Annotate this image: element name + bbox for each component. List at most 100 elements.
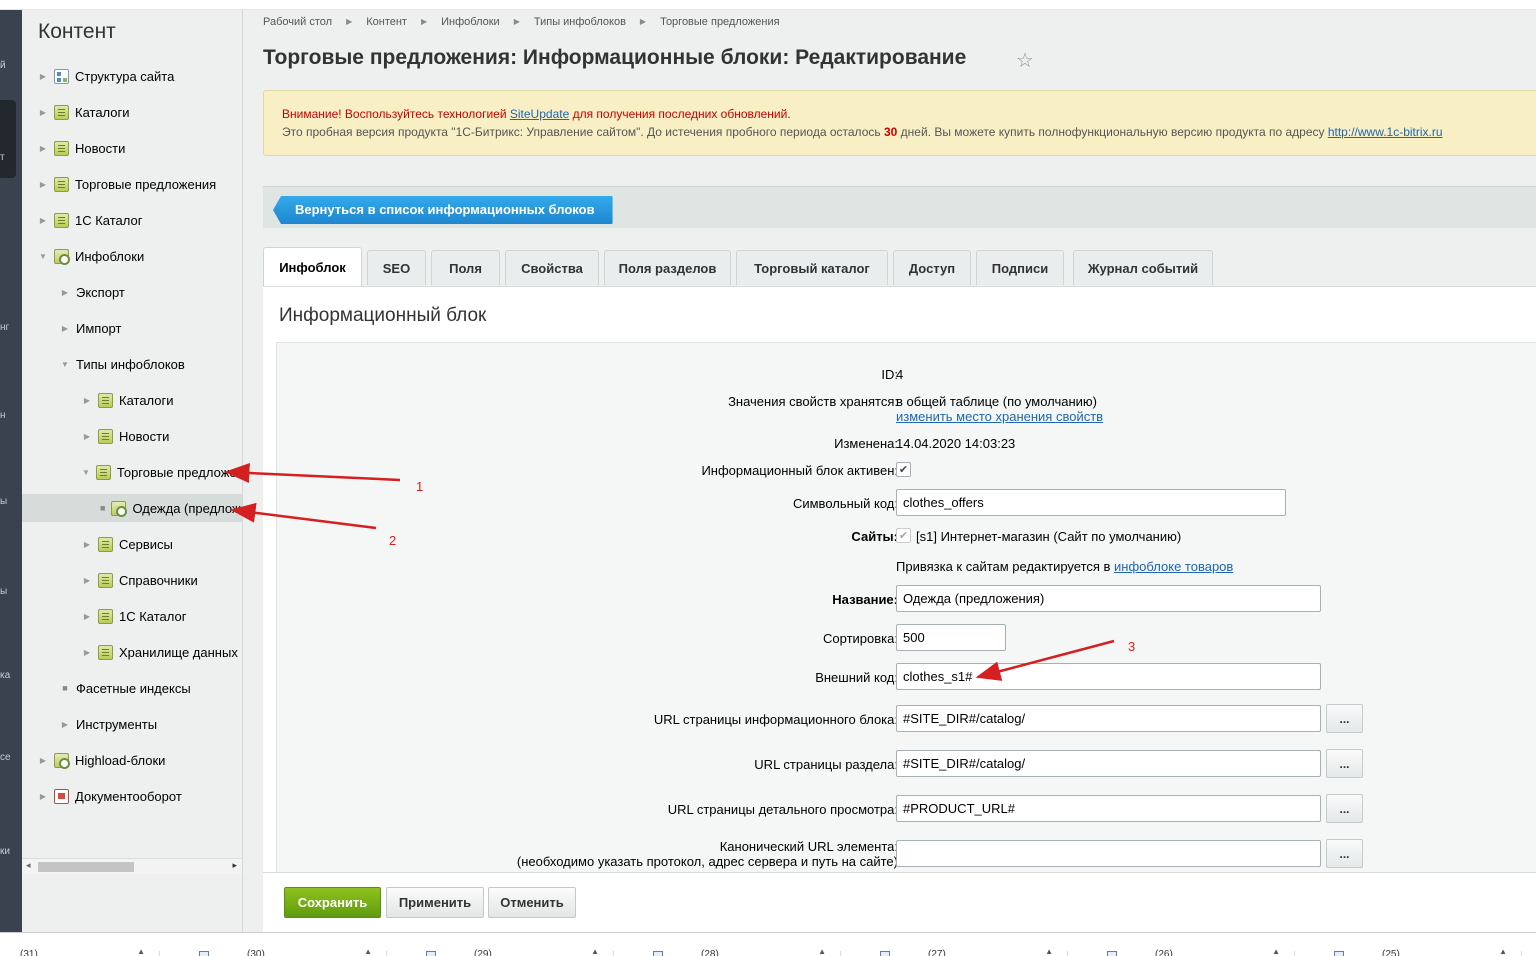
download-item[interactable]: (25) ▲ (1322, 947, 1522, 956)
chevron-up-icon[interactable]: ▲ (1499, 947, 1507, 956)
sidebar-tree-item[interactable]: ▼ Типы инфоблоков (22, 350, 242, 378)
collapsed-arrow-icon[interactable]: ▶ (82, 540, 92, 549)
expanded-arrow-icon[interactable]: ▼ (60, 360, 70, 369)
section-url-input[interactable] (896, 750, 1321, 777)
collapsed-arrow-icon[interactable]: ▶ (60, 324, 70, 333)
detail-url-input[interactable] (896, 795, 1321, 822)
canonical-url-macros-button[interactable]: ... (1326, 839, 1363, 868)
collapsed-arrow-icon[interactable]: ▶ (82, 612, 92, 621)
collapsed-arrow-icon[interactable]: ▶ (38, 756, 48, 765)
collapsed-arrow-icon[interactable]: ▶ (38, 792, 48, 801)
breadcrumb-link[interactable]: Типы инфоблоков (534, 16, 626, 28)
code-input[interactable] (896, 489, 1286, 516)
expanded-arrow-icon[interactable]: ▼ (82, 468, 90, 477)
collapsed-arrow-icon[interactable]: ▶ (38, 144, 48, 153)
sidebar-tree-item[interactable]: ▶ Документооборот (22, 782, 242, 810)
sidebar-tree-item[interactable]: ▶ Новости (22, 134, 242, 162)
collapsed-arrow-icon[interactable]: ▶ (82, 576, 92, 585)
bullet-icon[interactable]: ■ (100, 503, 105, 513)
tab[interactable]: Инфоблок (263, 247, 362, 287)
sidebar-tree-item[interactable]: ▶ Каталоги (22, 386, 242, 414)
sidebar-tree-item[interactable]: ▶ 1С Каталог (22, 602, 242, 630)
breadcrumb-link[interactable]: Инфоблоки (441, 16, 500, 28)
collapsed-arrow-icon[interactable]: ▶ (82, 432, 92, 441)
cancel-button[interactable]: Отменить (488, 887, 576, 918)
chevron-up-icon[interactable]: ▲ (818, 947, 826, 956)
download-item[interactable]: (26) ▲ (1095, 947, 1295, 956)
sidebar-tree-item[interactable]: ▶ Торговые предложения (22, 170, 242, 198)
sidebar-tree-item[interactable]: ▼ Торговые предложения (22, 458, 242, 486)
collapsed-arrow-icon[interactable]: ▶ (38, 108, 48, 117)
sidebar-horizontal-scrollbar[interactable]: ◂ ▸ (22, 858, 242, 874)
scroll-left-icon[interactable]: ◂ (26, 860, 31, 871)
bullet-icon[interactable]: ■ (60, 683, 70, 693)
chevron-up-icon[interactable]: ▲ (1045, 947, 1053, 956)
scrollbar-thumb[interactable] (38, 862, 134, 872)
sidebar-tree-item[interactable]: ▶ 1С Каталог (22, 206, 242, 234)
chevron-up-icon[interactable]: ▲ (137, 947, 145, 956)
sidebar-tree-item[interactable]: ▶ Highload-блоки (22, 746, 242, 774)
chevron-up-icon[interactable]: ▲ (1272, 947, 1280, 956)
list-url-macros-button[interactable]: ... (1326, 704, 1363, 733)
collapsed-arrow-icon[interactable]: ▶ (38, 72, 48, 81)
sidebar-tree-item[interactable]: ▶ Каталоги (22, 98, 242, 126)
change-storage-link[interactable]: изменить место хранения свойств (896, 409, 1103, 424)
sidebar-tree-item[interactable]: ▶ Структура сайта (22, 62, 242, 90)
detail-url-macros-button[interactable]: ... (1326, 794, 1363, 823)
collapsed-arrow-icon[interactable]: ▶ (60, 720, 70, 729)
tab[interactable]: Свойства (505, 250, 599, 285)
apply-button[interactable]: Применить (386, 887, 484, 918)
rail-active-section[interactable] (0, 100, 16, 178)
tab[interactable]: Торговый каталог (736, 250, 888, 285)
collapsed-arrow-icon[interactable]: ▶ (38, 180, 48, 189)
sort-input[interactable] (896, 624, 1006, 651)
sidebar-tree-item[interactable]: ▶ Сервисы (22, 530, 242, 558)
sidebar-tree-item[interactable]: ▶ Экспорт (22, 278, 242, 306)
download-item[interactable]: (30) ▲ (187, 947, 387, 956)
sidebar-tree-item[interactable]: ▶ Хранилище данных (22, 638, 242, 666)
list-url-input[interactable] (896, 705, 1321, 732)
sidebar-tree-item[interactable]: ■ Фасетные индексы (22, 674, 242, 702)
collapsed-arrow-icon[interactable]: ▶ (38, 216, 48, 225)
scroll-right-icon[interactable]: ▸ (232, 860, 237, 871)
download-item[interactable]: (31) ▲ (0, 947, 160, 956)
tab[interactable]: Журнал событий (1073, 250, 1213, 285)
sidebar-tree-item[interactable]: ▼ Инфоблоки (22, 242, 242, 270)
sidebar-tree-item[interactable]: ■ Одежда (предложения) (22, 494, 242, 522)
tab[interactable]: Поля разделов (604, 250, 731, 285)
sidebar-tree-item[interactable]: ▶ Инструменты (22, 710, 242, 738)
products-iblock-link[interactable]: инфоблоке товаров (1114, 559, 1233, 574)
download-item[interactable]: (29) ▲ (414, 947, 614, 956)
file-icon (653, 951, 663, 956)
expanded-arrow-icon[interactable]: ▼ (38, 252, 48, 261)
breadcrumb-link[interactable]: Контент (366, 16, 407, 28)
chevron-up-icon[interactable]: ▲ (591, 947, 599, 956)
bitrix-site-link[interactable]: http://www.1c-bitrix.ru (1328, 125, 1443, 139)
canonical-url-input[interactable] (896, 840, 1321, 867)
section-url-label: URL страницы раздела: (754, 757, 898, 772)
breadcrumb-link[interactable]: Торговые предложения (660, 16, 779, 28)
collapsed-arrow-icon[interactable]: ▶ (60, 288, 70, 297)
favorite-star-icon[interactable]: ☆ (1016, 48, 1034, 73)
tab[interactable]: SEO (367, 250, 426, 285)
download-item[interactable]: (28) ▲ (641, 947, 841, 956)
tab[interactable]: Поля (431, 250, 500, 285)
xml-id-input[interactable] (896, 663, 1321, 690)
folder-icon (54, 140, 69, 156)
chevron-up-icon[interactable]: ▲ (364, 947, 372, 956)
siteupdate-link[interactable]: SiteUpdate (510, 107, 569, 121)
sidebar-tree-item[interactable]: ▶ Справочники (22, 566, 242, 594)
tab[interactable]: Подписи (976, 250, 1064, 285)
section-url-macros-button[interactable]: ... (1326, 749, 1363, 778)
back-to-list-button[interactable]: Вернуться в список информационных блоков (273, 196, 613, 224)
breadcrumb-link[interactable]: Рабочий стол (263, 16, 332, 28)
collapsed-arrow-icon[interactable]: ▶ (82, 648, 92, 657)
sidebar-tree-item[interactable]: ▶ Импорт (22, 314, 242, 342)
tab[interactable]: Доступ (893, 250, 971, 285)
save-button[interactable]: Сохранить (284, 887, 381, 918)
active-checkbox[interactable]: ✔ (896, 462, 911, 477)
name-input[interactable] (896, 585, 1321, 612)
sidebar-tree-item[interactable]: ▶ Новости (22, 422, 242, 450)
collapsed-arrow-icon[interactable]: ▶ (82, 396, 92, 405)
download-item[interactable]: (27) ▲ (868, 947, 1068, 956)
